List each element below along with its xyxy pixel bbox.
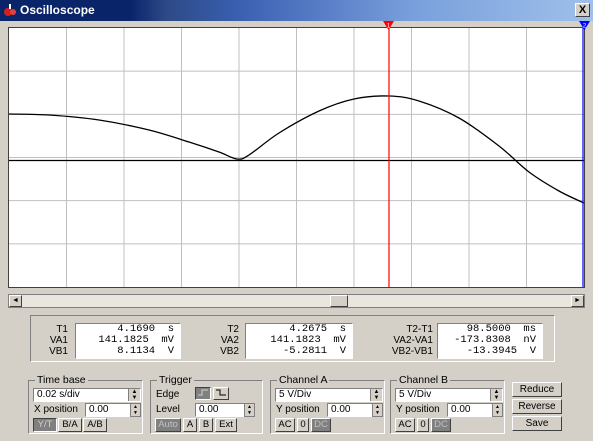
channel-b-ypos-label: Y position [396,404,440,415]
xpos-spinner[interactable]: ▲ ▼ [130,403,141,417]
title-bar[interactable]: Oscilloscope X [0,0,593,21]
reduce-button[interactable]: Reduce [512,382,562,397]
oscilloscope-app-icon [4,4,16,16]
scroll-thumb[interactable] [330,295,348,307]
readout-col2-labels: T2 VA2 VB2 [220,324,239,357]
scope-plot [9,28,584,287]
level-field[interactable]: 0.00 [195,403,245,417]
scroll-left-button[interactable]: ◄ [9,295,22,307]
channel-a-zero-button[interactable]: 0 [297,418,309,432]
level-label: Level [156,404,180,415]
timebase-group: Time base 0.02 s/div ▲ ▼ X position 0.00 ▲… [28,374,143,434]
channel-a-ypos-label: Y position [276,404,320,415]
trigger-group: Trigger Edge Level 0.00 ▲ ▼ Auto A B Ext [150,374,263,434]
reverse-button[interactable]: Reverse [512,399,562,414]
mode-ba-button[interactable]: B/A [58,418,82,432]
cursor-2-marker[interactable]: 2 [579,21,590,30]
rising-edge-icon [198,389,208,396]
channel-b-zero-button[interactable]: 0 [417,418,429,432]
channel-b-title: Channel B [397,374,451,386]
edge-falling-button[interactable] [213,387,229,400]
channel-a-ypos-field[interactable]: 0.00 [327,403,373,417]
trigger-ext-button[interactable]: Ext [215,418,237,432]
scope-display[interactable] [8,27,585,288]
edge-rising-button[interactable] [195,387,211,400]
channel-b-scale-select[interactable]: 5 V/Div ▲ ▼ [395,388,503,402]
chevron-down-icon: ▲ ▼ [490,389,502,401]
save-button[interactable]: Save [512,416,562,431]
channel-a-dc-button[interactable]: DC [311,418,331,432]
channel-a-group: Channel A 5 V/Div ▲ ▼ Y position 0.00 ▲ ▼ A… [270,374,385,434]
mode-yt-button[interactable]: Y/T [33,418,57,432]
cursor-1-marker[interactable]: 1 [383,21,394,30]
edge-label: Edge [156,389,180,400]
chevron-down-icon: ▲ ▼ [370,389,382,401]
cursor-readout-panel: T1 VA1 VB1 4.1690 s 141.1825 mV 8.1134 V T2 V… [30,315,555,362]
channel-a-ypos-spinner[interactable]: ▲ ▼ [372,403,383,417]
horizontal-scrollbar[interactable]: ◄ ► [8,294,585,308]
level-spinner[interactable]: ▲ ▼ [244,403,255,417]
trigger-b-button[interactable]: B [199,418,213,432]
timebase-scale-select[interactable]: 0.02 s/div ▲ ▼ [33,388,141,402]
channel-b-ypos-field[interactable]: 0.00 [447,403,493,417]
readout-col1-labels: T1 VA1 VB1 [49,324,68,357]
channel-a-title: Channel A [277,374,330,386]
scroll-right-button[interactable]: ► [571,295,584,307]
mode-ab-button[interactable]: A/B [83,418,107,432]
channel-a-ac-button[interactable]: AC [275,418,295,432]
timebase-title: Time base [35,374,88,386]
readout-col3-values: 98.5000 ms -173.8308 nV -13.3945 V [437,323,543,359]
close-button[interactable]: X [575,3,590,17]
chevron-down-icon: ▲ ▼ [128,389,140,401]
readout-col3-labels: T2-T1 VA2-VA1 VB2-VB1 [391,324,433,357]
falling-edge-icon [216,389,226,396]
channel-b-group: Channel B 5 V/Div ▲ ▼ Y position 0.00 ▲ ▼ A… [390,374,505,434]
window-title: Oscilloscope [20,3,95,17]
xpos-field[interactable]: 0.00 [85,403,131,417]
channel-b-ac-button[interactable]: AC [395,418,415,432]
xpos-label: X position [34,404,78,415]
channel-b-dc-button[interactable]: DC [431,418,451,432]
trigger-title: Trigger [157,374,194,386]
readout-col1-values: 4.1690 s 141.1825 mV 8.1134 V [75,323,181,359]
trigger-a-button[interactable]: A [183,418,197,432]
channel-a-scale-select[interactable]: 5 V/Div ▲ ▼ [275,388,383,402]
trigger-auto-button[interactable]: Auto [155,418,181,432]
channel-b-ypos-spinner[interactable]: ▲ ▼ [492,403,503,417]
readout-col2-values: 4.2675 s 141.1823 mV -5.2811 V [245,323,353,359]
